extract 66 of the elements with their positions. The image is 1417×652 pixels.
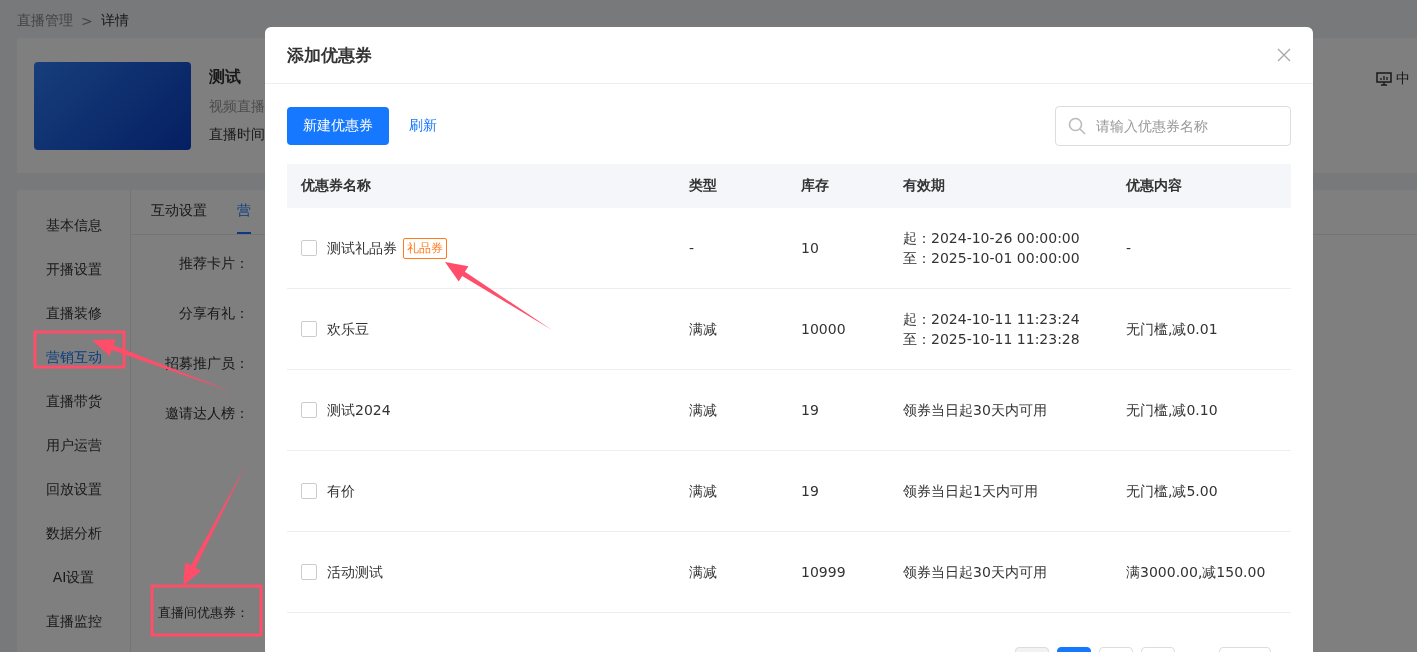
row-checkbox[interactable] <box>301 240 317 256</box>
form-label: 分享有礼： <box>179 304 249 323</box>
search-icon <box>1068 117 1086 135</box>
column-header: 优惠券名称 <box>287 164 675 208</box>
search-input[interactable]: 请输入优惠券名称 <box>1094 117 1278 135</box>
coupon-name: 活动测试 <box>327 563 383 582</box>
table-cell-text: - <box>689 239 695 258</box>
table-cell-text: 10999 <box>801 563 846 582</box>
search-field[interactable]: 请输入优惠券名称 <box>1055 106 1291 146</box>
coupon-name: 欢乐豆 <box>327 320 369 339</box>
form-label: 推荐卡片： <box>179 254 249 273</box>
row-checkbox[interactable] <box>301 483 317 499</box>
breadcrumb-current: 详情 <box>100 12 129 30</box>
table-cell-text: 10000 <box>801 320 846 339</box>
table-cell-text: 领券当日起30天内可用 <box>903 563 1047 582</box>
control-button[interactable]: 中 <box>1376 70 1410 88</box>
sidebar-item[interactable]: 用户运营 <box>17 424 130 468</box>
table-cell-text: 满减 <box>689 320 717 339</box>
live-time-label: 直播时间 <box>209 126 265 144</box>
sidebar-item[interactable]: 直播带货 <box>17 380 130 424</box>
column-header: 有效期 <box>889 164 1112 208</box>
sidebar-item[interactable]: 直播监控 <box>17 600 130 644</box>
column-header: 类型 <box>675 164 787 208</box>
form-label: 直播间优惠券： <box>158 604 249 622</box>
row-checkbox[interactable] <box>301 321 317 337</box>
coupon-name: 测试2024 <box>327 401 391 420</box>
refresh-link[interactable]: 刷新 <box>409 117 437 135</box>
table-cell-text: 满3000.00,减150.00 <box>1126 563 1266 582</box>
row-checkbox[interactable] <box>301 402 317 418</box>
coupon-name: 有价 <box>327 482 355 501</box>
close-icon[interactable] <box>1277 48 1291 62</box>
column-header: 库存 <box>787 164 889 208</box>
sidebar-item[interactable]: 直播装修 <box>17 292 130 336</box>
table-cell-text: 无门槛,减5.00 <box>1126 482 1218 501</box>
table-cell-text: 19 <box>801 482 819 501</box>
monitor-icon <box>1376 72 1392 86</box>
sidebar-item[interactable]: AI设置 <box>17 556 130 600</box>
table-cell-text: 10 <box>801 239 819 258</box>
row-checkbox[interactable] <box>301 564 317 580</box>
table-cell-text: 19 <box>801 401 819 420</box>
form-label: 邀请达人榜： <box>165 404 249 423</box>
table-cell-text: - <box>1126 239 1132 258</box>
table-cell-text: 起：2024-10-11 11:23:24 至：2025-10-11 11:23:28 <box>903 310 1080 349</box>
coupon-name: 测试礼品券 <box>327 239 397 258</box>
table-cell-text: 无门槛,减0.01 <box>1126 320 1218 339</box>
column-header: 优惠内容 <box>1112 164 1291 208</box>
sidebar-item[interactable]: 回放设置 <box>17 468 130 512</box>
live-title: 测试 <box>209 67 241 88</box>
tab[interactable]: 营 <box>237 190 251 234</box>
dialog-title: 添加优惠券 <box>287 43 372 67</box>
sidebar-item[interactable]: 基本信息 <box>17 204 130 248</box>
sidebar-item[interactable]: 营销互动 <box>17 336 130 380</box>
sidebar-item[interactable]: 数据分析 <box>17 512 130 556</box>
table-cell-text: 无门槛,减0.10 <box>1126 401 1218 420</box>
table-cell-text: 满减 <box>689 563 717 582</box>
table-cell-text: 满减 <box>689 482 717 501</box>
table-cell-text: 满减 <box>689 401 717 420</box>
table-cell-text: 领券当日起30天内可用 <box>903 401 1047 420</box>
table-cell-text: 领券当日起1天内可用 <box>903 482 1038 501</box>
sidebar-item[interactable]: 开播设置 <box>17 248 130 292</box>
form-label: 招募推广员： <box>165 354 249 373</box>
tab[interactable]: 互动设置 <box>151 190 207 234</box>
table-cell-text: 起：2024-10-26 00:00:00 至：2025-10-01 00:00:00 <box>903 229 1080 268</box>
coupon-tag: 礼品券 <box>403 237 447 259</box>
breadcrumb-separator: > <box>81 13 93 29</box>
new-coupon-button[interactable]: 新建优惠券 <box>287 107 389 145</box>
